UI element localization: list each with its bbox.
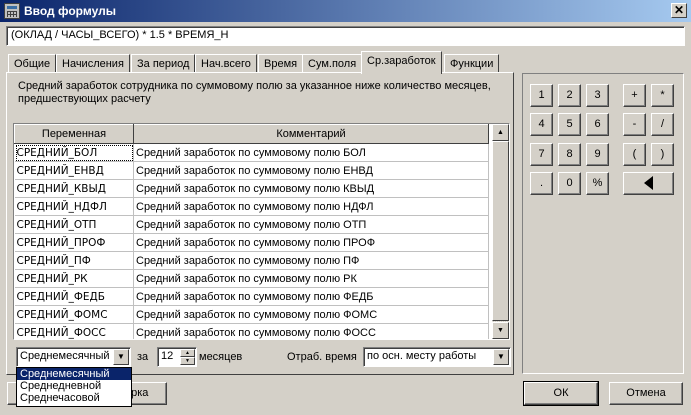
key-0[interactable]: 0 [558, 172, 581, 195]
za-label: за [137, 351, 149, 363]
variable-name[interactable]: СРЕДНИЙ_ПФ [14, 251, 134, 270]
key-minus[interactable]: - [623, 113, 646, 136]
variable-comment[interactable]: Средний заработок по суммовому полю БОЛ [133, 143, 489, 162]
cancel-button[interactable]: Отмена [609, 382, 683, 405]
variable-name[interactable]: СРЕДНИЙ_ПРОФ [14, 233, 134, 252]
tab-time[interactable]: Время [258, 54, 304, 73]
calculator-icon [4, 3, 20, 19]
table-row[interactable]: СРЕДНИЙ_ПРОФ Средний заработок по суммов… [14, 233, 489, 252]
variable-name[interactable]: СРЕДНИЙ_КВЫД [14, 179, 134, 198]
key-multiply[interactable]: * [651, 84, 674, 107]
work-time-select[interactable]: по осн. месту работы ▼ [363, 347, 511, 367]
option-monthly[interactable]: Среднемесячный [17, 368, 131, 380]
option-hourly[interactable]: Среднечасовой [17, 392, 131, 404]
work-time-value: по осн. месту работы [367, 350, 477, 362]
variable-comment[interactable]: Средний заработок по суммовому полю ПФ [133, 251, 489, 270]
variable-name[interactable]: СРЕДНИЙ_ЕНВД [14, 161, 134, 180]
months-value[interactable]: 12 [161, 350, 173, 362]
key-percent[interactable]: % [586, 172, 609, 195]
key-divide[interactable]: / [651, 113, 674, 136]
column-header-variable[interactable]: Переменная [14, 124, 134, 144]
table-row[interactable]: СРЕДНИЙ_РК Средний заработок по суммовом… [14, 269, 489, 288]
close-button[interactable]: ✕ [671, 3, 687, 18]
key-plus[interactable]: + [623, 84, 646, 107]
tab-general[interactable]: Общие [8, 54, 57, 73]
variable-name[interactable]: СРЕДНИЙ_ОТП [14, 215, 134, 234]
scroll-thumb[interactable] [492, 141, 509, 321]
key-close-paren[interactable]: ) [651, 143, 674, 166]
title-bar: Ввод формулы ✕ [0, 0, 691, 22]
table-row[interactable]: СРЕДНИЙ_КВЫД Средний заработок по суммов… [14, 179, 489, 198]
chevron-down-icon[interactable]: ▼ [493, 349, 509, 365]
vertical-scrollbar[interactable]: ▲ ▼ [492, 124, 509, 339]
table-row[interactable]: СРЕДНИЙ_НДФЛ Средний заработок по суммов… [14, 197, 489, 216]
variable-comment[interactable]: Средний заработок по суммовому полю РК [133, 269, 489, 288]
scroll-down-icon[interactable]: ▼ [492, 322, 509, 339]
variable-comment[interactable]: Средний заработок по суммовому полю НДФЛ [133, 197, 489, 216]
variable-comment[interactable]: Средний заработок по суммовому полю ПРОФ [133, 233, 489, 252]
variable-comment[interactable]: Средний заработок по суммовому полю ФОСС [133, 323, 489, 339]
key-9[interactable]: 9 [586, 143, 609, 166]
variable-name[interactable]: СРЕДНИЙ_ФОСС [14, 323, 134, 339]
months-spinner[interactable]: 12 ▲ ▼ [157, 347, 197, 367]
tab-accruals[interactable]: Начисления [56, 54, 130, 73]
key-6[interactable]: 6 [586, 113, 609, 136]
key-1[interactable]: 1 [530, 84, 553, 107]
work-time-label: Отраб. время [287, 351, 357, 363]
variable-name[interactable]: СРЕДНИЙ_ФОМС [14, 305, 134, 324]
variable-name[interactable]: СРЕДНИЙ_РК [14, 269, 134, 288]
key-open-paren[interactable]: ( [623, 143, 646, 166]
spin-up-icon[interactable]: ▲ [180, 349, 195, 357]
variable-comment[interactable]: Средний заработок по суммовому полю ОТП [133, 215, 489, 234]
table-row[interactable]: СРЕДНИЙ_ПФ Средний заработок по суммовом… [14, 251, 489, 270]
variable-comment[interactable]: Средний заработок по суммовому полю ФОМС [133, 305, 489, 324]
tab-description: Средний заработок сотрудника по суммовом… [18, 80, 491, 105]
backspace-button[interactable] [623, 172, 674, 195]
table-row[interactable]: СРЕДНИЙ_ФОМС Средний заработок по суммов… [14, 305, 489, 324]
avg-type-dropdown-list[interactable]: Среднемесячный Среднедневной Среднечасов… [16, 367, 132, 407]
formula-input[interactable]: (ОКЛАД / ЧАСЫ_ВСЕГО) * 1.5 * ВРЕМЯ_Н [6, 26, 685, 46]
variable-comment[interactable]: Средний заработок по суммовому полю ФЕДБ [133, 287, 489, 306]
tab-period[interactable]: За период [131, 54, 196, 73]
option-daily[interactable]: Среднедневной [17, 380, 131, 392]
spin-down-icon[interactable]: ▼ [180, 357, 195, 365]
variable-name[interactable]: СРЕДНИЙ_БОЛ [14, 143, 134, 162]
avg-type-select[interactable]: Среднемесячный ▼ [16, 347, 131, 367]
avg-type-value: Среднемесячный [20, 350, 110, 362]
backspace-left-arrow-icon [644, 176, 653, 191]
months-label: месяцев [199, 351, 243, 363]
key-4[interactable]: 4 [530, 113, 553, 136]
chevron-down-icon[interactable]: ▼ [113, 349, 129, 365]
tab-sum-fields[interactable]: Сум.поля [302, 54, 363, 73]
variable-name[interactable]: СРЕДНИЙ_ФЕДБ [14, 287, 134, 306]
table-row[interactable]: СРЕДНИЙ_ЕНВД Средний заработок по суммов… [14, 161, 489, 180]
scroll-up-icon[interactable]: ▲ [492, 124, 509, 141]
variables-table: Переменная Комментарий СРЕДНИЙ_БОЛ Средн… [14, 124, 489, 339]
table-row[interactable]: СРЕДНИЙ_ОТП Средний заработок по суммово… [14, 215, 489, 234]
tab-total-accrued[interactable]: Нач.всего [195, 54, 257, 73]
table-row[interactable]: СРЕДНИЙ_БОЛ Средний заработок по суммово… [14, 143, 489, 162]
table-row[interactable]: СРЕДНИЙ_ФЕДБ Средний заработок по суммов… [14, 287, 489, 306]
key-8[interactable]: 8 [558, 143, 581, 166]
variable-name[interactable]: СРЕДНИЙ_НДФЛ [14, 197, 134, 216]
variables-grid[interactable]: Переменная Комментарий СРЕДНИЙ_БОЛ Средн… [13, 123, 510, 340]
table-row[interactable]: СРЕДНИЙ_ФОСС Средний заработок по суммов… [14, 323, 489, 339]
key-2[interactable]: 2 [558, 84, 581, 107]
key-dot[interactable]: . [530, 172, 553, 195]
window-title: Ввод формулы [24, 4, 116, 18]
tab-average-earnings[interactable]: Ср.заработок [361, 51, 442, 74]
ok-button[interactable]: ОК [523, 381, 599, 406]
tab-functions[interactable]: Функции [444, 54, 500, 73]
key-7[interactable]: 7 [530, 143, 553, 166]
key-5[interactable]: 5 [558, 113, 581, 136]
variable-comment[interactable]: Средний заработок по суммовому полю КВЫД [133, 179, 489, 198]
key-3[interactable]: 3 [586, 84, 609, 107]
variable-comment[interactable]: Средний заработок по суммовому полю ЕНВД [133, 161, 489, 180]
column-header-comment[interactable]: Комментарий [133, 124, 489, 144]
